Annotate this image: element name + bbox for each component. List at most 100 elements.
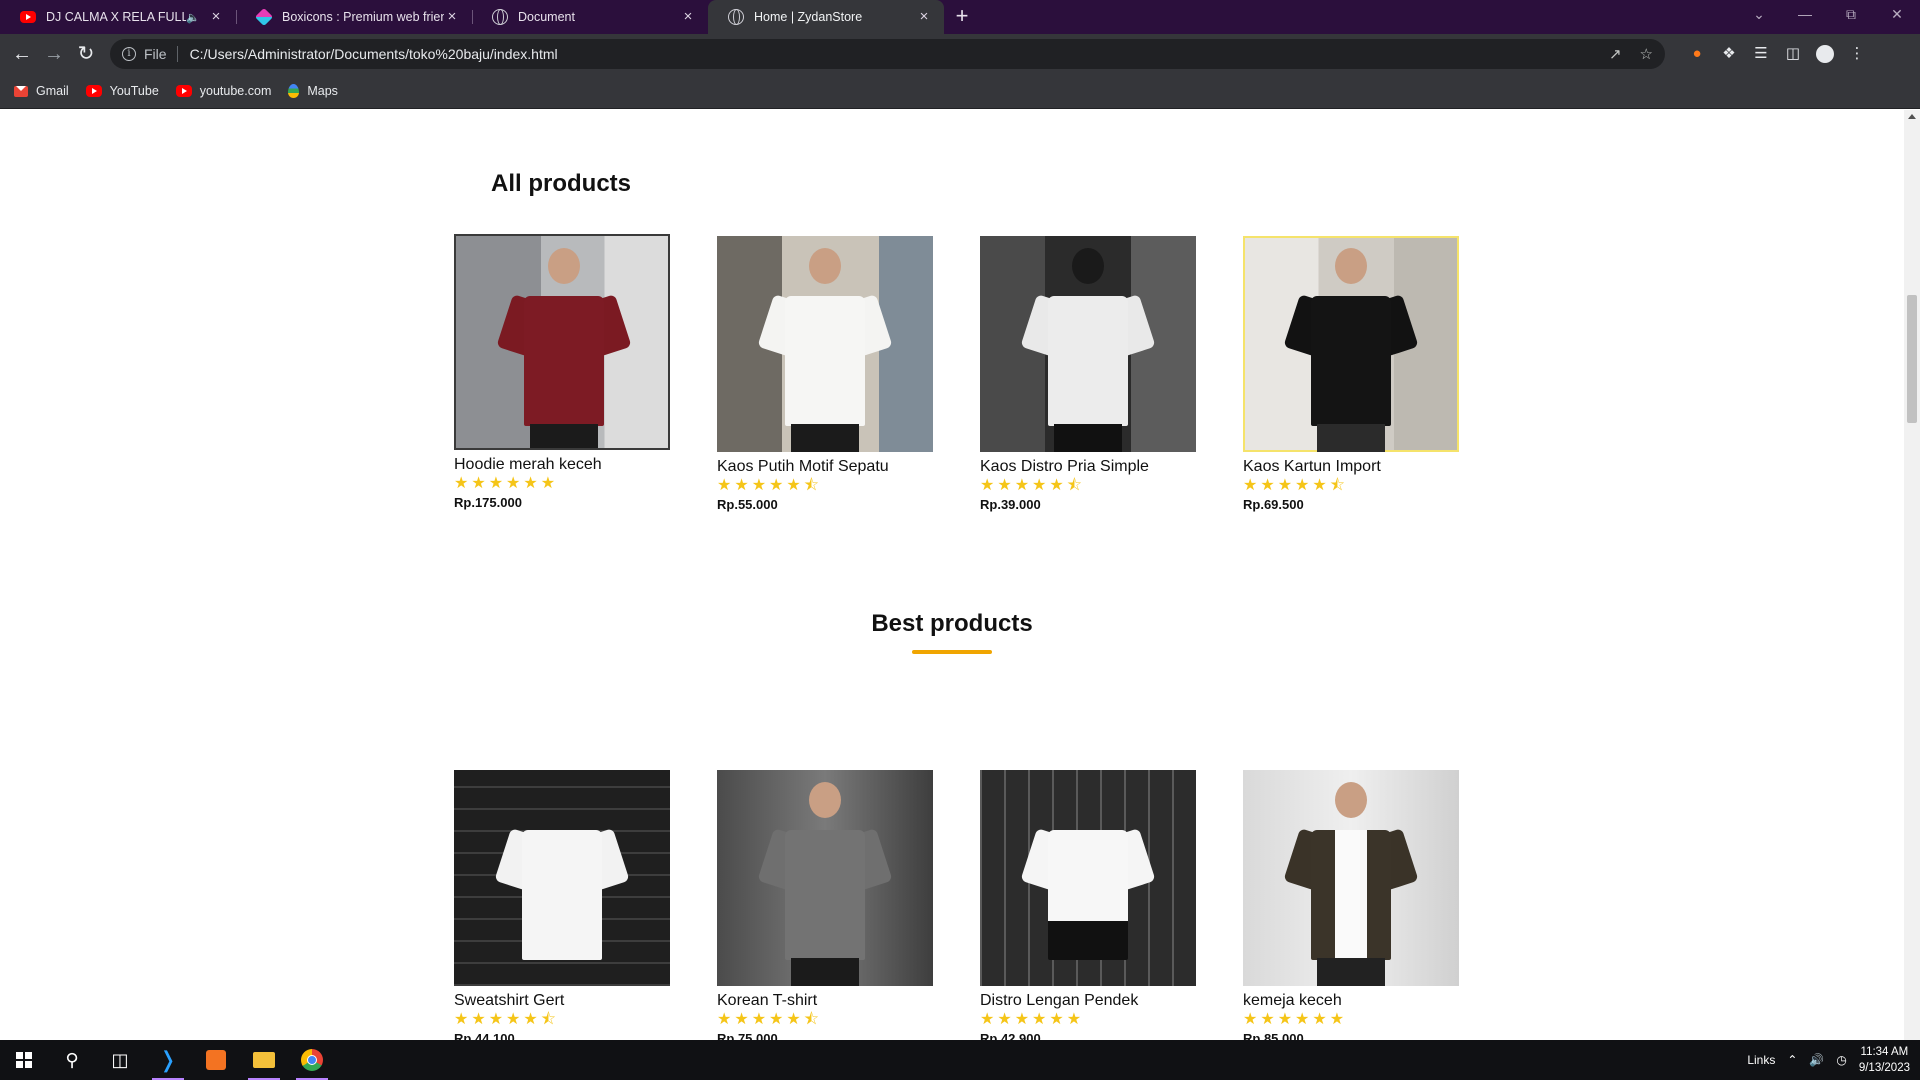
start-button[interactable]: [0, 1040, 48, 1080]
xampp-taskbar-button[interactable]: [192, 1040, 240, 1080]
tab-document[interactable]: Document ×: [472, 0, 708, 34]
scrollbar-thumb[interactable]: [1907, 295, 1917, 423]
product-name[interactable]: Kaos Kartun Import: [1243, 458, 1459, 476]
product-name[interactable]: Kaos Putih Motif Sepatu: [717, 458, 933, 476]
product-image[interactable]: [454, 770, 670, 986]
rating-stars: ★★★★★★: [1243, 1011, 1348, 1028]
product-image[interactable]: [454, 234, 670, 450]
product-image[interactable]: [980, 770, 1196, 986]
rating-stars: ★★★★★★: [980, 1011, 1085, 1028]
network-icon[interactable]: ◷: [1836, 1053, 1846, 1067]
product-image[interactable]: [717, 236, 933, 452]
product-name[interactable]: Kaos Distro Pria Simple: [980, 458, 1196, 476]
product-image[interactable]: [1243, 770, 1459, 986]
speaker-muted-icon[interactable]: 🔈: [186, 11, 200, 24]
all-products-title: All products: [491, 170, 632, 197]
tab-zydanstore[interactable]: Home | ZydanStore ×: [708, 0, 944, 34]
product-card[interactable]: Korean T-shirt ★★★★★⯪ Rp.75.000: [717, 770, 933, 1040]
media-control-icon[interactable]: ☰: [1745, 40, 1777, 68]
chrome-icon: [301, 1049, 323, 1071]
bookmark-label: Maps: [307, 84, 338, 98]
product-price: Rp.39.000: [980, 497, 1041, 512]
product-card[interactable]: Hoodie merah keceh ★★★★★★ Rp.175.000: [454, 234, 670, 510]
bookmark-maps[interactable]: Maps: [288, 84, 338, 98]
bookmark-gmail[interactable]: Gmail: [14, 84, 69, 98]
close-window-button[interactable]: ✕: [1874, 0, 1920, 30]
close-tab-icon[interactable]: ×: [680, 9, 696, 25]
toolbar-extensions: ● ❖ ☰ ◫ ⋮: [1681, 40, 1873, 68]
extension-icon[interactable]: ●: [1681, 40, 1713, 68]
tab-title: Home | ZydanStore: [754, 10, 863, 24]
product-card[interactable]: kemeja keceh ★★★★★★ Rp.85.000: [1243, 770, 1459, 1040]
site-info-icon[interactable]: i: [122, 47, 136, 61]
browser-tab-strip: DJ CALMA X RELA FULL SON 🔈 × Boxicons : …: [0, 0, 1920, 34]
file-explorer-taskbar-button[interactable]: [240, 1040, 288, 1080]
page-viewport: All products Hoodie merah keceh ★★★★★★ R…: [0, 110, 1904, 1040]
product-name[interactable]: Sweatshirt Gert: [454, 992, 670, 1010]
vscode-taskbar-button[interactable]: ❭: [144, 1040, 192, 1080]
rating-stars: ★★★★★⯪: [717, 477, 822, 494]
reload-button[interactable]: ↻: [72, 40, 100, 68]
back-button[interactable]: ←: [8, 40, 36, 68]
product-card[interactable]: Distro Lengan Pendek ★★★★★★ Rp.42.900: [980, 770, 1196, 1040]
search-icon[interactable]: ⚲: [48, 1040, 96, 1080]
product-name[interactable]: Distro Lengan Pendek: [980, 992, 1196, 1010]
bookmark-youtube[interactable]: YouTube: [85, 84, 159, 98]
side-panel-icon[interactable]: ◫: [1777, 40, 1809, 68]
product-price: Rp.44.100: [454, 1031, 515, 1040]
restore-button[interactable]: ⧉: [1828, 0, 1874, 30]
url-text[interactable]: C:/Users/Administrator/Documents/toko%20…: [190, 46, 1591, 62]
bookmark-star-icon[interactable]: ☆: [1640, 45, 1653, 63]
share-icon[interactable]: ↗: [1609, 45, 1622, 63]
product-card[interactable]: Sweatshirt Gert ★★★★★⯪ Rp.44.100: [454, 770, 670, 1040]
rating-stars: ★★★★★⯪: [980, 477, 1085, 494]
rating-stars: ★★★★★★: [454, 475, 559, 492]
new-tab-button[interactable]: +: [944, 0, 980, 34]
menu-kebab-icon[interactable]: ⋮: [1841, 40, 1873, 68]
forward-button[interactable]: →: [40, 40, 68, 68]
product-card[interactable]: Kaos Distro Pria Simple ★★★★★⯪ Rp.39.000: [980, 236, 1196, 512]
product-image[interactable]: [980, 236, 1196, 452]
tab-boxicons[interactable]: Boxicons : Premium web friendly ×: [236, 0, 472, 34]
window-controls: ⌄ — ⧉ ✕: [1736, 0, 1920, 30]
volume-icon[interactable]: 🔊: [1809, 1053, 1824, 1067]
rating-stars: ★★★★★⯪: [454, 1011, 559, 1028]
bookmark-youtube-com[interactable]: youtube.com: [175, 84, 271, 98]
tray-links-label[interactable]: Links: [1747, 1053, 1775, 1067]
close-tab-icon[interactable]: ×: [444, 9, 460, 25]
gmail-icon: [14, 85, 28, 97]
task-view-icon[interactable]: ◫: [96, 1040, 144, 1080]
tab-youtube[interactable]: DJ CALMA X RELA FULL SON 🔈 ×: [0, 0, 236, 34]
tab-title: Document: [518, 10, 575, 24]
title-underline: [912, 650, 992, 654]
product-price: Rp.55.000: [717, 497, 778, 512]
chrome-taskbar-button[interactable]: [288, 1040, 336, 1080]
tab-search-icon[interactable]: ⌄: [1736, 0, 1782, 30]
page-scrollbar[interactable]: [1904, 110, 1920, 1040]
product-name[interactable]: Korean T-shirt: [717, 992, 933, 1010]
divider: [176, 46, 178, 62]
product-image[interactable]: [1243, 236, 1459, 452]
puzzle-extensions-icon[interactable]: ❖: [1713, 40, 1745, 68]
close-tab-icon[interactable]: ×: [916, 9, 932, 25]
clock-date: 9/13/2023: [1858, 1062, 1910, 1074]
product-card[interactable]: Kaos Kartun Import ★★★★★⯪ Rp.69.500: [1243, 236, 1459, 512]
product-name[interactable]: Hoodie merah keceh: [454, 456, 670, 474]
url-scheme: File: [144, 46, 167, 62]
close-tab-icon[interactable]: ×: [208, 9, 224, 25]
bookmark-label: YouTube: [109, 84, 159, 98]
best-products-title: Best products: [871, 610, 1033, 637]
address-bar[interactable]: i File C:/Users/Administrator/Documents/…: [110, 39, 1665, 69]
bookmark-label: Gmail: [36, 84, 69, 98]
boxicons-icon: [254, 7, 274, 27]
vscode-icon: ❭: [158, 1047, 178, 1072]
product-card[interactable]: Kaos Putih Motif Sepatu ★★★★★⯪ Rp.55.000: [717, 236, 933, 512]
product-name[interactable]: kemeja keceh: [1243, 992, 1459, 1010]
profile-avatar-icon[interactable]: [1816, 45, 1834, 63]
clock[interactable]: 11:34 AM 9/13/2023: [1859, 1044, 1910, 1076]
product-price: Rp.42.900: [980, 1031, 1041, 1040]
chevron-up-icon[interactable]: ⌃: [1787, 1053, 1797, 1067]
product-image[interactable]: [717, 770, 933, 986]
minimize-button[interactable]: —: [1782, 0, 1828, 30]
scroll-up-icon[interactable]: [1908, 114, 1916, 119]
